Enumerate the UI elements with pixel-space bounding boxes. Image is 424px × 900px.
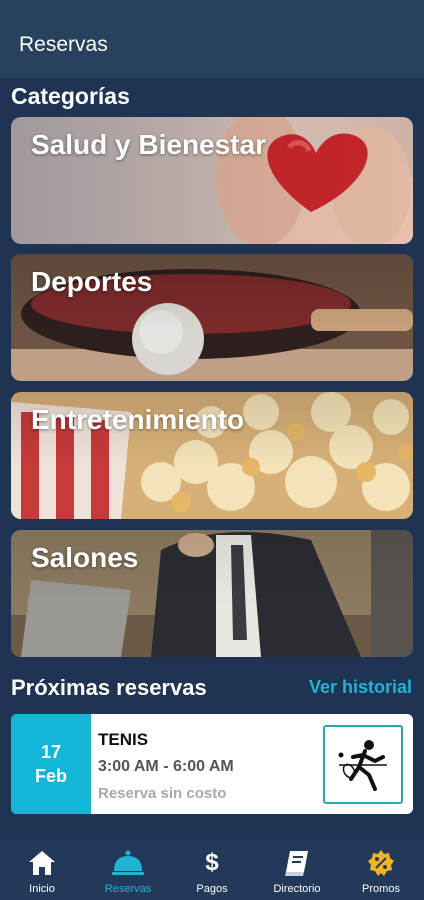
bell-icon — [86, 848, 170, 878]
reservation-card[interactable]: 17 Feb TENIS 3:00 AM - 6:00 AM Reserva s… — [11, 714, 413, 814]
category-card-salons[interactable]: Salones — [11, 530, 413, 657]
reservation-name: TENIS — [98, 730, 149, 749]
reservation-time: 3:00 AM - 6:00 AM — [98, 758, 234, 775]
nav-item-pagos[interactable]: $ Pagos — [170, 840, 254, 900]
nav-item-reservas[interactable]: Reservas — [86, 840, 170, 900]
category-label: Entretenimiento — [31, 404, 245, 435]
reservation-activity-icon-box — [323, 725, 403, 804]
nav-label: Promos — [362, 883, 400, 895]
tennis-player-icon — [338, 740, 387, 791]
category-label: Deportes — [31, 266, 153, 297]
category-label: Salones — [31, 542, 139, 573]
nav-item-directorio[interactable]: Directorio — [255, 840, 339, 900]
upcoming-reservations-title: Próximas reservas — [11, 675, 207, 700]
reservation-day: 17 — [40, 742, 62, 762]
category-card-sports[interactable]: Deportes — [11, 254, 413, 381]
nav-label: Reservas — [104, 883, 152, 895]
category-label: Salud y Bienestar — [31, 129, 266, 160]
discount-badge-icon — [339, 848, 423, 878]
view-history-link[interactable]: Ver historial — [309, 677, 412, 698]
nav-label: Directorio — [273, 883, 321, 895]
home-icon — [0, 848, 84, 878]
category-card-entertainment[interactable]: Entretenimiento — [11, 392, 413, 519]
nav-item-promos[interactable]: Promos — [339, 840, 423, 900]
bottom-navigation: Inicio Reservas $ Pagos Directorio Promo… — [0, 840, 424, 900]
nav-label: Inicio — [29, 883, 55, 895]
dollar-icon: $ — [205, 849, 219, 876]
book-icon — [255, 848, 339, 878]
reservation-month: Feb — [34, 766, 67, 786]
reservation-date: 17 Feb — [11, 714, 91, 814]
app-header: Reservas — [0, 0, 424, 78]
page-title: Reservas — [19, 33, 108, 56]
nav-label: Pagos — [196, 883, 228, 895]
categories-title: Categorías — [11, 83, 130, 109]
nav-item-inicio[interactable]: Inicio — [0, 840, 84, 900]
category-card-health[interactable]: Salud y Bienestar — [11, 117, 413, 244]
reservation-cost: Reserva sin costo — [98, 785, 227, 802]
